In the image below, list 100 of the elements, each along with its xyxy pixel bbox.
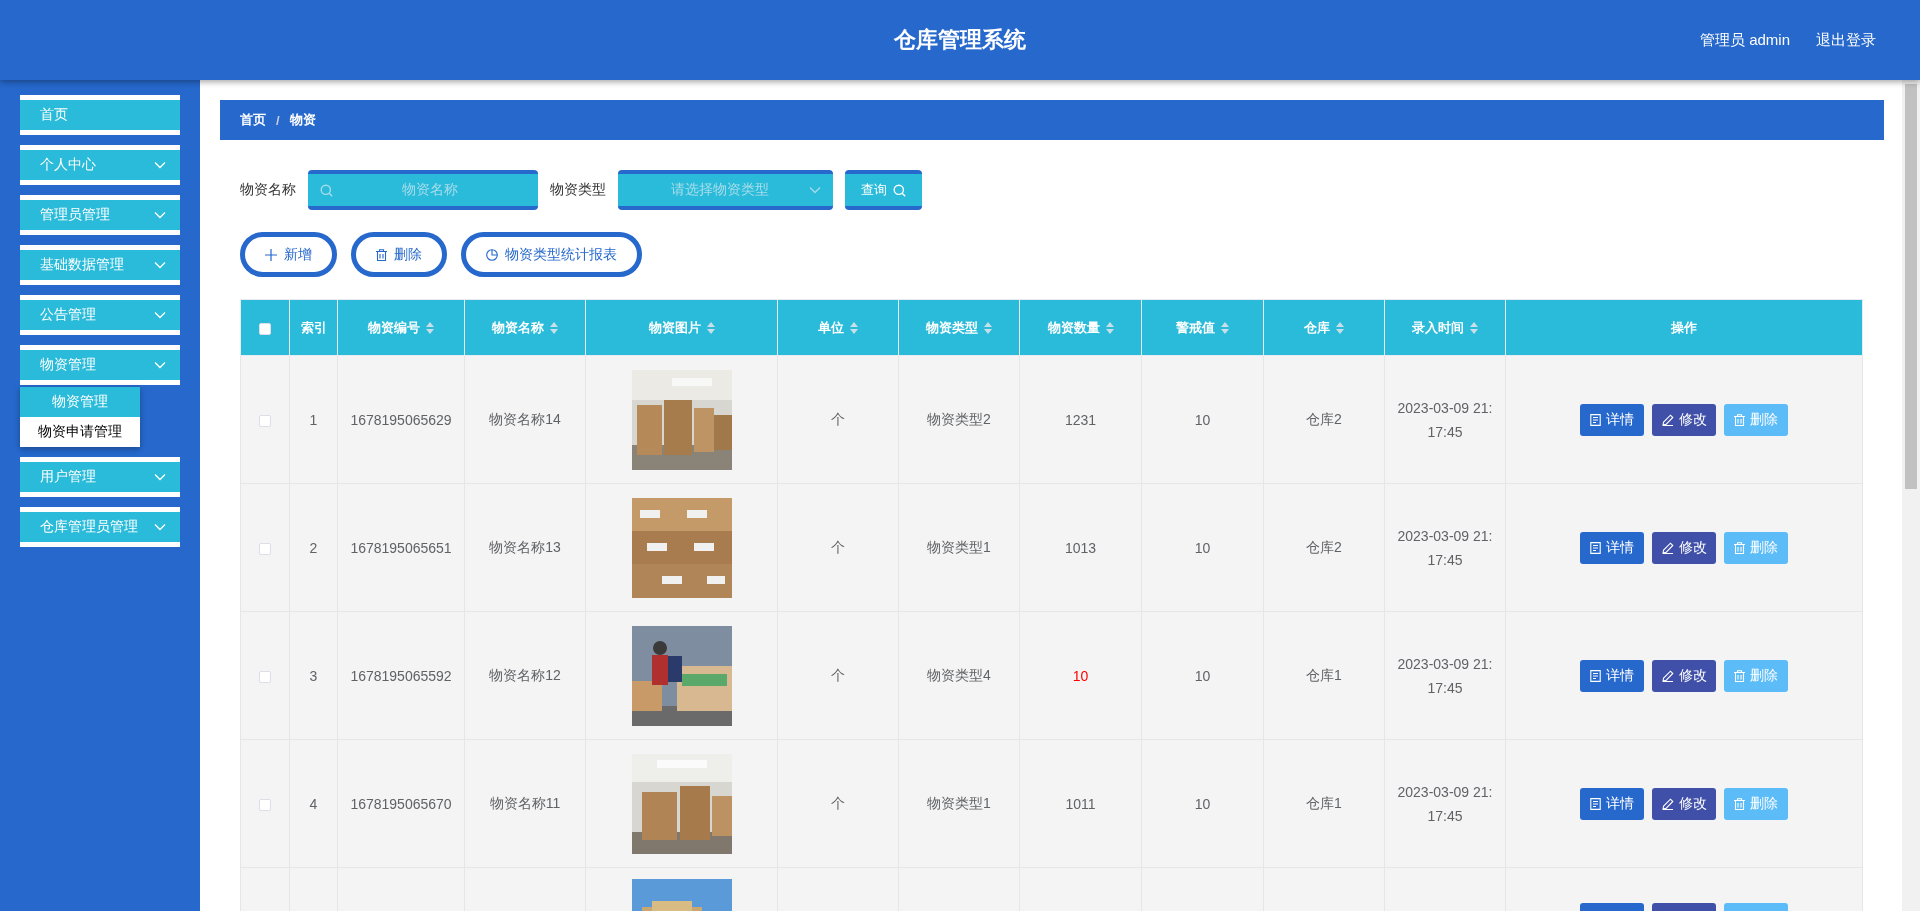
query-button[interactable]: 查询 <box>845 170 922 210</box>
column-header: 操作 <box>1671 318 1697 337</box>
edit-button[interactable]: 修改 <box>1652 659 1716 692</box>
table-cell: 个 <box>831 410 845 427</box>
table-cell: 物资名称14 <box>489 410 561 427</box>
table-cell: 物资名称13 <box>489 538 561 555</box>
user-name: 管理员 admin <box>1699 30 1790 50</box>
trash-icon <box>1734 413 1745 426</box>
table-cell-text: 2023-03-09 21:17:45 <box>1396 526 1494 570</box>
delete-button[interactable]: 删除 <box>1724 659 1788 692</box>
sidebar-item[interactable]: 公告管理 <box>20 295 180 335</box>
submenu-item[interactable]: 物资申请管理 <box>20 417 140 447</box>
sidebar-item[interactable]: 管理员管理 <box>20 195 180 235</box>
table-cell: 10 <box>1194 795 1211 812</box>
table-cell: 仓库2 <box>1306 538 1342 555</box>
chevron-down-icon <box>154 523 166 531</box>
type-select[interactable]: 请选择物资类型 <box>618 170 833 210</box>
table-cell: 1231 <box>1064 411 1097 428</box>
trash-icon <box>1734 797 1745 810</box>
row-checkbox[interactable] <box>259 542 271 555</box>
trash-icon <box>376 248 387 261</box>
sort-icon[interactable] <box>426 321 434 334</box>
column-header: 物资编号 <box>368 318 420 337</box>
table-cell-text: 2023-03-09 21:17:45 <box>1396 782 1494 826</box>
table-cell-text: 2023-03-09 21:17:45 <box>1396 654 1494 698</box>
submenu-item[interactable]: 物资管理 <box>20 387 140 417</box>
pie-chart-icon <box>486 248 498 261</box>
delete-button[interactable]: 删除 <box>1724 531 1788 564</box>
sort-icon[interactable] <box>1336 321 1344 334</box>
document-icon <box>1590 797 1601 810</box>
chevron-down-icon <box>809 186 821 194</box>
detail-button[interactable]: 详情 <box>1580 659 1644 692</box>
detail-button[interactable]: 详情 <box>1580 403 1644 436</box>
sort-icon[interactable] <box>706 321 715 334</box>
table-cell: 1011 <box>1065 795 1096 812</box>
table-cell: 仓库2 <box>1306 410 1342 427</box>
sidebar-item[interactable]: 个人中心 <box>20 145 180 185</box>
sort-icon[interactable] <box>1105 321 1114 334</box>
delete-button[interactable]: 删除 <box>1724 403 1788 436</box>
edit-button[interactable]: 修改 <box>1652 403 1716 436</box>
chevron-down-icon <box>154 161 166 169</box>
pen-icon <box>1661 413 1674 426</box>
name-search-field[interactable]: 物资名称 <box>308 170 538 210</box>
sidebar-item[interactable]: 基础数据管理 <box>20 245 180 285</box>
document-icon <box>1590 413 1601 426</box>
row-checkbox[interactable] <box>259 414 271 427</box>
search-icon <box>893 183 906 197</box>
sort-icon[interactable] <box>550 321 558 334</box>
pen-icon <box>1661 797 1674 810</box>
breadcrumb-link[interactable]: 首页 <box>240 111 266 129</box>
sidebar-item[interactable]: 用户管理 <box>20 457 180 497</box>
plus-icon <box>265 248 277 261</box>
sort-icon[interactable] <box>1470 321 1478 334</box>
scrollbar[interactable] <box>1902 80 1920 911</box>
trash-icon <box>1734 669 1745 682</box>
sidebar-item[interactable]: 首页 <box>20 95 180 135</box>
app-title: 仓库管理系统 <box>894 26 1026 54</box>
detail-button[interactable]: 详情 <box>1580 531 1644 564</box>
trash-icon <box>1734 541 1745 554</box>
pen-icon <box>1661 541 1674 554</box>
delete-button[interactable]: 删除 <box>1724 787 1788 820</box>
sort-icon[interactable] <box>984 321 992 334</box>
table-cell: 1013 <box>1064 539 1097 556</box>
sidebar-item[interactable]: 物资管理 <box>20 345 180 385</box>
column-header: 物资数量 <box>1047 318 1100 337</box>
column-header: 单位 <box>818 318 844 337</box>
column-header: 物资图片 <box>648 318 701 337</box>
chevron-down-icon <box>154 473 166 481</box>
report-button[interactable]: 物资类型统计报表 <box>461 232 642 277</box>
table-cell: 3 <box>309 667 318 684</box>
row-checkbox[interactable] <box>259 670 271 683</box>
table-cell: 个 <box>831 538 845 555</box>
table-cell: 1678195065670 <box>350 795 452 812</box>
document-icon <box>1590 541 1601 554</box>
add-button[interactable]: 新增 <box>240 232 337 277</box>
table-cell: 仓库1 <box>1306 666 1342 683</box>
delete-button[interactable]: 删除 <box>351 232 447 277</box>
table-cell: 4 <box>309 795 318 812</box>
select-all-checkbox[interactable] <box>259 322 271 335</box>
table-cell: 物资类型2 <box>927 410 991 427</box>
table-cell: 10 <box>1194 667 1211 684</box>
document-icon <box>1590 669 1601 682</box>
breadcrumb-separator: / <box>276 112 280 128</box>
sort-icon[interactable] <box>1221 321 1229 334</box>
table-cell: 2 <box>309 539 318 556</box>
pen-icon <box>1661 669 1674 682</box>
table-cell: 1678195065592 <box>350 667 452 684</box>
chevron-down-icon <box>154 261 166 269</box>
breadcrumb-link[interactable]: 物资 <box>289 111 316 129</box>
sidebar-item[interactable]: 仓库管理员管理 <box>20 507 180 547</box>
logout-link[interactable]: 退出登录 <box>1816 30 1876 50</box>
search-icon <box>320 183 333 197</box>
table-cell: 10 <box>1072 667 1089 684</box>
table-cell: 个 <box>831 666 845 683</box>
detail-button[interactable]: 详情 <box>1580 787 1644 820</box>
edit-button[interactable]: 修改 <box>1652 787 1716 820</box>
row-checkbox[interactable] <box>259 798 271 811</box>
sort-icon[interactable] <box>850 321 858 334</box>
edit-button[interactable]: 修改 <box>1652 531 1716 564</box>
field-label: 物资类型 <box>550 181 606 199</box>
